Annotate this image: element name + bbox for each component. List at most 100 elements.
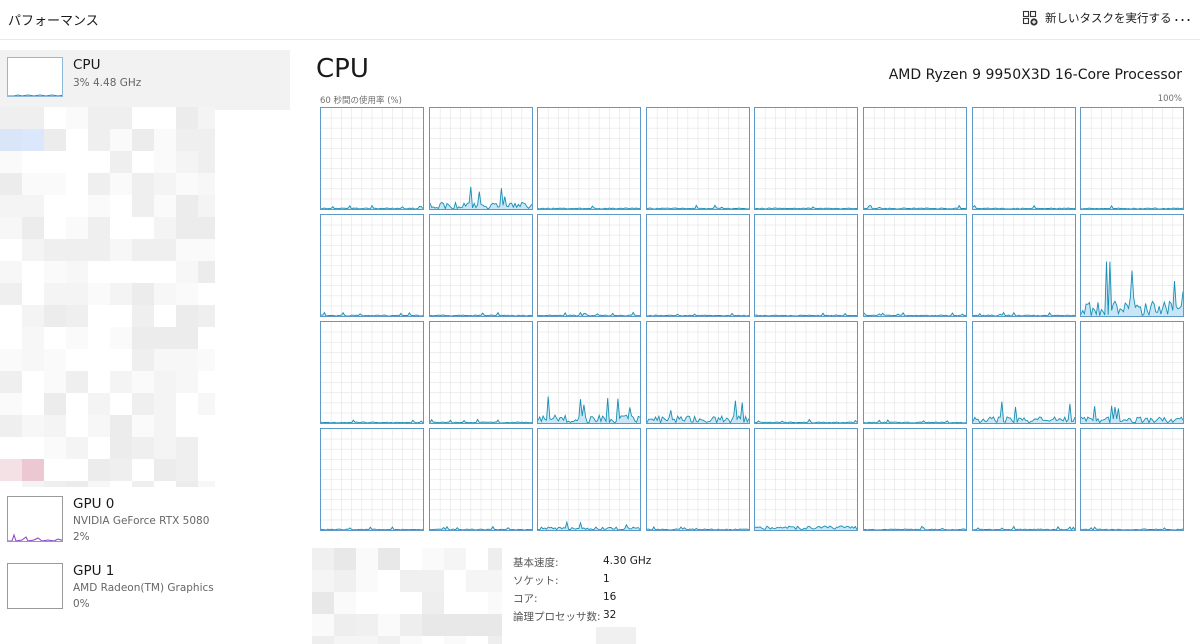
redaction-pixel — [88, 173, 110, 195]
redaction-pixel — [356, 548, 378, 570]
redaction-pixel — [0, 415, 22, 437]
redaction-pixel — [0, 437, 22, 459]
cpu-core-graph — [320, 214, 424, 317]
cpu-mini-graph — [7, 57, 63, 97]
redaction-pixel — [132, 195, 154, 217]
sidebar-item-gpu1[interactable]: GPU 1 AMD Radeon(TM) Graphics 0% — [0, 556, 290, 620]
redaction-pixel — [132, 371, 154, 393]
redaction-pixel — [334, 548, 356, 570]
redaction-pixel — [198, 195, 215, 217]
cpu-core-graph — [972, 214, 1076, 317]
redaction-pixel — [0, 349, 22, 371]
redaction-pixel — [466, 636, 488, 644]
cpu-core-graph — [972, 321, 1076, 424]
redaction-pixel — [356, 636, 378, 644]
redaction-pixel — [198, 437, 215, 459]
sidebar-item-usage: 2% — [73, 531, 90, 543]
redaction-pixel — [0, 195, 22, 217]
redaction-pixel — [0, 151, 22, 173]
redaction-pixel — [176, 481, 198, 487]
cpu-core-graph — [1080, 321, 1184, 424]
page-title: パフォーマンス — [8, 14, 99, 29]
redaction-pixel — [466, 614, 488, 636]
cpu-core-graph — [646, 321, 750, 424]
redaction-pixel — [66, 415, 88, 437]
redaction-pixel — [44, 459, 66, 481]
redaction-pixel — [0, 371, 22, 393]
redaction-pixel — [488, 592, 502, 614]
redaction-pixel — [466, 592, 488, 614]
sidebar-item-cpu[interactable]: CPU 3% 4.48 GHz — [0, 50, 290, 110]
redaction-pixel — [88, 283, 110, 305]
redaction-pixel — [66, 283, 88, 305]
redaction-pixel — [22, 107, 44, 129]
cpu-core-graph — [754, 214, 858, 317]
stat-label: 基本速度: — [513, 557, 559, 569]
sidebar-item-gpu0[interactable]: GPU 0 NVIDIA GeForce RTX 5080 2% — [0, 489, 290, 553]
redaction-pixel — [110, 481, 132, 487]
redaction-pixel — [22, 195, 44, 217]
redaction-pixel — [0, 217, 22, 239]
redaction-pixel — [0, 283, 22, 305]
redaction-pixel — [176, 217, 198, 239]
redaction-pixel — [88, 393, 110, 415]
redaction-pixel — [132, 151, 154, 173]
redaction-pixel — [154, 415, 176, 437]
cpu-core-graph — [320, 321, 424, 424]
redaction-pixel — [66, 261, 88, 283]
sidebar-item-label: GPU 1 — [73, 563, 115, 579]
redacted-stats — [312, 548, 502, 644]
redaction-pixel — [66, 437, 88, 459]
stat-value: 1 — [603, 573, 610, 585]
redaction-pixel — [44, 305, 66, 327]
redaction-pixel — [22, 305, 44, 327]
stat-cores: コア: 16 — [513, 591, 713, 609]
redaction-pixel — [176, 261, 198, 283]
redaction-pixel — [198, 107, 215, 129]
cpu-core-graph — [537, 321, 641, 424]
redaction-pixel — [198, 481, 215, 487]
redaction-pixel — [176, 459, 198, 481]
redaction-pixel — [44, 195, 66, 217]
redaction-pixel — [22, 437, 44, 459]
redaction-pixel — [66, 129, 88, 151]
cpu-stats: 基本速度: 4.30 GHz ソケット: 1 コア: 16 論理プロセッサ数: … — [513, 555, 713, 627]
cpu-core-graph — [972, 107, 1076, 210]
run-new-task-button[interactable]: 新しいタスクを実行する — [1022, 8, 1172, 28]
redaction-pixel — [444, 570, 466, 592]
cpu-core-graph — [429, 214, 533, 317]
redaction-pixel — [22, 217, 44, 239]
cpu-core-graph — [320, 428, 424, 531]
redaction-pixel — [44, 371, 66, 393]
redaction-pixel — [0, 261, 22, 283]
redaction-pixel — [176, 173, 198, 195]
redaction-pixel — [444, 592, 466, 614]
more-options-button[interactable]: ... — [1170, 6, 1196, 28]
title-bar: パフォーマンス 新しいタスクを実行する ... — [0, 0, 1200, 40]
redaction-pixel — [132, 393, 154, 415]
redaction-pixel — [44, 261, 66, 283]
redaction-pixel — [22, 349, 44, 371]
redaction-pixel — [356, 570, 378, 592]
processor-name: AMD Ryzen 9 9950X3D 16-Core Processor — [888, 67, 1182, 83]
cpu-core-graph — [972, 428, 1076, 531]
redaction-pixel — [444, 636, 466, 644]
redaction-pixel — [22, 415, 44, 437]
redaction-pixel — [0, 459, 22, 481]
redaction-pixel — [132, 459, 154, 481]
redaction-pixel — [422, 614, 444, 636]
redaction-pixel — [66, 349, 88, 371]
redaction-pixel — [88, 459, 110, 481]
redaction-pixel — [444, 548, 466, 570]
redaction-pixel — [334, 570, 356, 592]
cpu-core-graph — [1080, 428, 1184, 531]
redaction-pixel — [44, 349, 66, 371]
redaction-pixel — [176, 107, 198, 129]
redaction-pixel — [110, 459, 132, 481]
redaction-pixel — [422, 548, 444, 570]
redaction-pixel — [44, 151, 66, 173]
redaction-pixel — [132, 437, 154, 459]
redaction-pixel — [154, 217, 176, 239]
redaction-pixel — [0, 393, 22, 415]
redaction-pixel — [66, 195, 88, 217]
